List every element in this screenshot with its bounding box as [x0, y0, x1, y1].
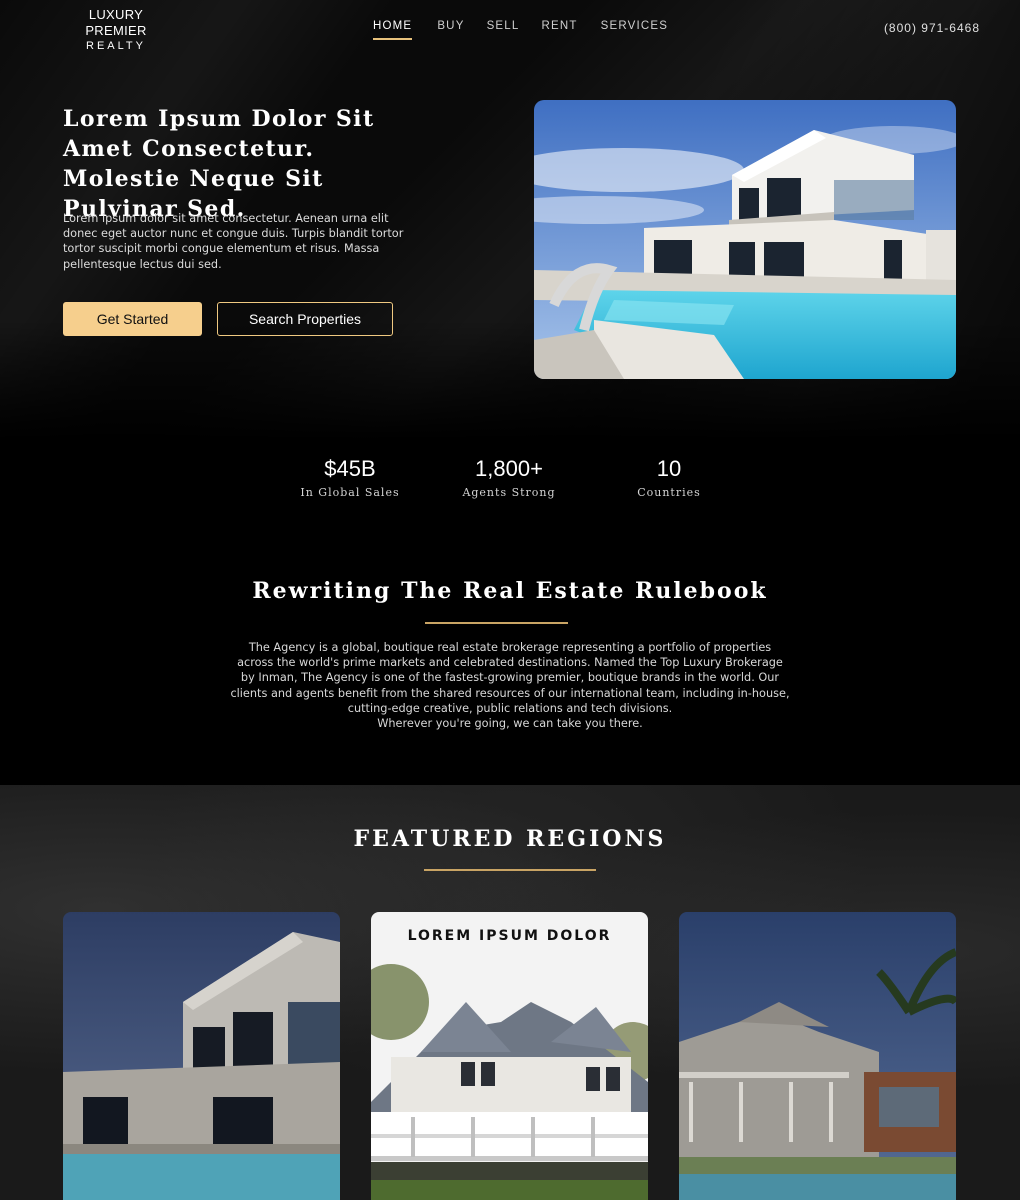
region-card[interactable]: [679, 912, 956, 1200]
region-image-tropical-house: [679, 912, 956, 1200]
about-title: Rewriting The Real Estate Rulebook: [252, 578, 768, 604]
phone-number-link[interactable]: (800) 971-6468: [884, 21, 980, 35]
about-divider: [425, 622, 568, 624]
region-card[interactable]: [63, 912, 340, 1200]
site-header: LUXURY PREMIER REALTY HOME BUY SELL RENT…: [0, 0, 1020, 56]
stat-label: Agents Strong: [462, 486, 556, 499]
main-nav: HOME BUY SELL RENT SERVICES: [373, 20, 668, 40]
stat-countries: 10 Countries: [599, 456, 739, 499]
stat-global-sales: $45B In Global Sales: [280, 456, 420, 499]
logo-line-1: LUXURY PREMIER: [85, 7, 147, 38]
about-tagline: Wherever you're going, we can take you t…: [377, 717, 643, 731]
hero-description: Lorem ipsum dolor sit amet consectetur. …: [63, 212, 404, 271]
logo[interactable]: LUXURY PREMIER REALTY: [58, 7, 174, 53]
region-image-colonial-house: [371, 912, 648, 1200]
nav-services[interactable]: SERVICES: [601, 20, 669, 40]
about-paragraph: The Agency is a global, boutique real es…: [230, 641, 790, 715]
nav-rent[interactable]: RENT: [542, 20, 578, 40]
featured-divider: [424, 869, 596, 871]
logo-line-2: REALTY: [86, 40, 146, 52]
stat-label: In Global Sales: [300, 486, 400, 499]
stat-agents: 1,800+ Agents Strong: [439, 456, 579, 499]
stat-value: 10: [656, 456, 682, 481]
stat-label: Countries: [637, 486, 701, 499]
featured-title: FEATURED REGIONS: [353, 826, 667, 852]
nav-buy[interactable]: BUY: [437, 20, 464, 40]
region-card-featured[interactable]: LOREM IPSUM DOLOR: [371, 912, 648, 1200]
region-image-modern-villa: [63, 912, 340, 1200]
nav-sell[interactable]: SELL: [487, 20, 520, 40]
hero-villa-image: [534, 100, 956, 379]
nav-home[interactable]: HOME: [373, 20, 413, 40]
about-body: The Agency is a global, boutique real es…: [230, 640, 790, 731]
region-card-label: LOREM IPSUM DOLOR: [407, 928, 612, 944]
search-properties-button[interactable]: Search Properties: [217, 302, 393, 336]
get-started-button[interactable]: Get Started: [63, 302, 202, 336]
stat-value: $45B: [324, 456, 376, 481]
stat-value: 1,800+: [475, 456, 543, 481]
hero-title: Lorem Ipsum Dolor Sit Amet Consectetur. …: [63, 106, 375, 222]
